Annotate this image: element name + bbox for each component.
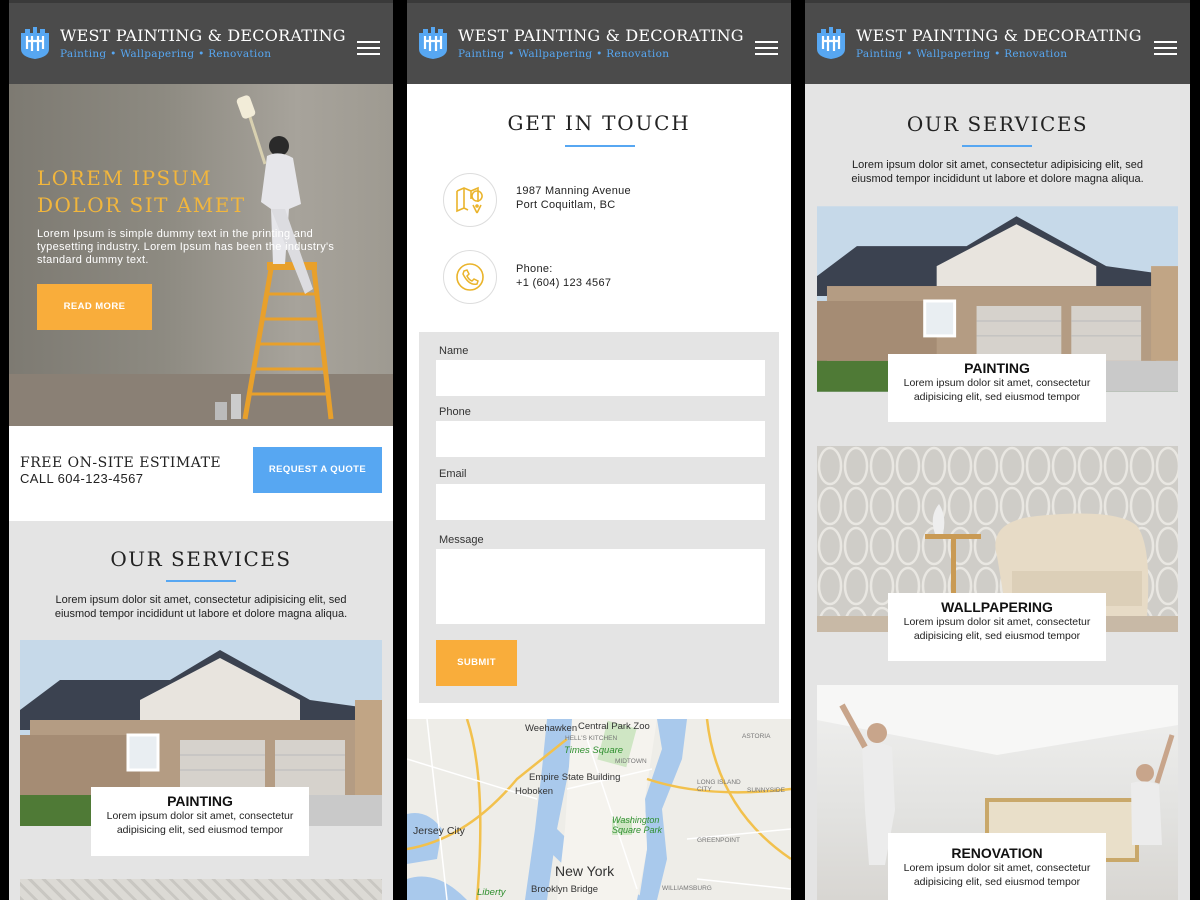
name-field[interactable] [436, 360, 765, 396]
service-card-painting[interactable]: PAINTING Lorem ipsum dolor sit amet, con… [888, 354, 1106, 422]
service-card-wallpapering[interactable]: WALLPAPERING Lorem ipsum dolor sit amet,… [888, 593, 1106, 661]
logo-icon[interactable] [817, 27, 845, 59]
message-field[interactable] [436, 549, 765, 624]
service-card-text: Lorem ipsum dolor sit amet, consectetur … [903, 862, 1091, 888]
map-label-central-park-zoo: Central Park Zoo [578, 721, 650, 732]
brand-name[interactable]: WEST PAINTING & DECORATING [60, 26, 346, 45]
phone-field[interactable] [436, 421, 765, 457]
service-card-text: Lorem ipsum dolor sit amet, consectetur … [106, 810, 294, 836]
site-header: WEST PAINTING & DECORATING Painting • Wa… [407, 0, 791, 84]
services-intro: Lorem ipsum dolor sit amet, consectetur … [54, 594, 348, 620]
map-label-weehawken: Weehawken [525, 723, 578, 734]
wallpaper-image-partial [20, 879, 382, 900]
email-label: Email [439, 468, 467, 480]
map-label-new-york: New York [555, 863, 615, 879]
title-underline [565, 145, 635, 147]
site-header: WEST PAINTING & DECORATING Painting • Wa… [9, 0, 393, 84]
map-label-jersey-city: Jersey City [413, 825, 465, 837]
service-card-text: Lorem ipsum dolor sit amet, consectetur … [903, 377, 1091, 403]
menu-icon[interactable] [357, 41, 380, 55]
contact-title: GET IN TOUCH [507, 111, 691, 135]
service-card-renovation[interactable]: RENOVATION Lorem ipsum dolor sit amet, c… [888, 833, 1106, 900]
map-label-washington-square: Washington Square Park [612, 815, 663, 835]
mobile-screen-contact: WEST PAINTING & DECORATING Painting • Wa… [407, 0, 791, 900]
services-title: OUR SERVICES [110, 547, 292, 571]
logo-icon[interactable] [21, 27, 49, 59]
map-label-hells-kitchen: HELL'S KITCHEN [565, 735, 618, 742]
brand-name[interactable]: WEST PAINTING & DECORATING [856, 26, 1142, 45]
map-label-liberty: Liberty [477, 887, 506, 898]
hero-title-line2: DOLOR SIT AMET [37, 193, 246, 217]
map-label-sunnyside: SUNNYSIDE [747, 787, 785, 794]
request-quote-button[interactable]: REQUEST A QUOTE [253, 447, 382, 493]
title-underline [166, 580, 236, 582]
phone-icon [456, 263, 484, 291]
map-label-astoria: ASTORIA [742, 733, 771, 740]
logo-icon[interactable] [419, 27, 447, 59]
read-more-button[interactable]: READ MORE [37, 284, 152, 330]
service-card-title: PAINTING [964, 360, 1030, 376]
name-label: Name [439, 345, 469, 357]
menu-icon[interactable] [1154, 41, 1177, 55]
estimate-title: FREE ON-SITE ESTIMATE [20, 455, 222, 471]
services-section: OUR SERVICES Lorem ipsum dolor sit amet,… [9, 521, 393, 900]
service-card-painting[interactable]: PAINTING Lorem ipsum dolor sit amet, con… [91, 787, 309, 856]
map-label-williamsburg: WILLIAMSBURG [662, 885, 712, 892]
menu-icon[interactable] [755, 41, 778, 55]
hero-section: LOREM IPSUM DOLOR SIT AMET Lorem Ipsum i… [9, 84, 393, 426]
title-underline [962, 145, 1032, 147]
site-header: WEST PAINTING & DECORATING Painting • Wa… [805, 0, 1190, 84]
mobile-screen-home: WEST PAINTING & DECORATING Painting • Wa… [9, 0, 393, 900]
brand-name[interactable]: WEST PAINTING & DECORATING [458, 26, 744, 45]
map-label-times-square: Times Square [564, 745, 624, 756]
services-title: OUR SERVICES [906, 112, 1089, 136]
address-line1: 1987 Manning Avenue [516, 185, 631, 197]
service-card-title: PAINTING [167, 793, 233, 809]
mobile-screen-services: WEST PAINTING & DECORATING Painting • Wa… [805, 0, 1190, 900]
email-field[interactable] [436, 484, 765, 520]
brand-tagline: Painting • Wallpapering • Renovation [856, 48, 1068, 60]
map-label-hoboken: Hoboken [515, 786, 554, 797]
map-label-brooklyn-bridge: Brooklyn Bridge [531, 884, 599, 895]
hero-title-line1: LOREM IPSUM [37, 166, 213, 190]
location-map[interactable]: Weehawken Central Park Zoo HELL'S KITCHE… [407, 719, 791, 900]
estimate-bar: FREE ON-SITE ESTIMATE CALL 604-123-4567 … [9, 426, 393, 521]
map-label-greenpoint: GREENPOINT [697, 837, 740, 844]
estimate-phone[interactable]: CALL 604-123-4567 [20, 471, 143, 486]
map-label-midtown: MIDTOWN [615, 758, 647, 765]
message-label: Message [439, 534, 484, 546]
brand-tagline: Painting • Wallpapering • Renovation [458, 48, 670, 60]
submit-button[interactable]: SUBMIT [436, 640, 517, 686]
service-card-title: RENOVATION [951, 845, 1043, 861]
hero-text: Lorem Ipsum is simple dummy text in the … [37, 228, 335, 266]
phone-value[interactable]: +1 (604) 123 4567 [516, 277, 611, 289]
service-card-text: Lorem ipsum dolor sit amet, consectetur … [903, 616, 1091, 642]
services-intro: Lorem ipsum dolor sit amet, consectetur … [851, 159, 1144, 185]
phone-icon-circle [443, 250, 497, 304]
map-icon [456, 186, 483, 214]
service-card-title: WALLPAPERING [941, 599, 1053, 615]
phone-label: Phone: [516, 263, 553, 275]
address-icon-circle [443, 173, 497, 227]
phone-field-label: Phone [439, 406, 471, 418]
address-line2: Port Coquitlam, BC [516, 199, 616, 211]
map-label-empire-state: Empire State Building [529, 772, 621, 783]
contact-form: Name Phone Email Message SUBMIT [419, 332, 779, 703]
brand-tagline: Painting • Wallpapering • Renovation [60, 48, 272, 60]
